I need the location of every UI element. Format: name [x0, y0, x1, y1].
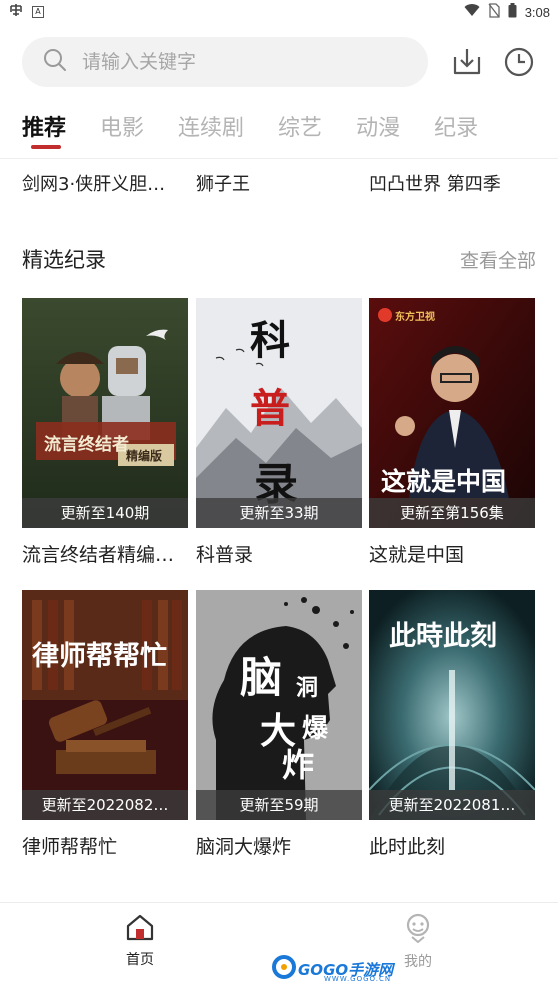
poster-subtitle-text: 精编版	[126, 449, 163, 463]
video-card[interactable]: 东方卫视 这就是中国 更新至第156集 这就是中国	[369, 298, 535, 567]
card-title[interactable]: 科普录	[196, 540, 362, 567]
poster-image: 科 普 录 更新至33期	[196, 298, 362, 528]
view-all-link[interactable]: 查看全部	[460, 246, 536, 273]
profile-icon	[403, 913, 433, 947]
search-input[interactable]	[82, 51, 382, 73]
battery-icon	[508, 2, 517, 22]
poster-title-text: 此時此刻	[389, 621, 497, 652]
tab-variety[interactable]: 综艺	[278, 110, 322, 150]
watermark-logo: GOGO手游网 WWW.GOGO.CN	[272, 955, 393, 983]
poster-title-text: 这就是中国	[381, 467, 507, 496]
card-title[interactable]: 流言终结者精编…	[22, 540, 188, 567]
video-card[interactable]: 此時此刻 更新至2022081… 此时此刻	[369, 590, 535, 859]
tab-documentary[interactable]: 纪录	[434, 110, 478, 150]
wifi-icon	[464, 3, 480, 21]
tab-divider	[0, 158, 558, 159]
poster-title-text: 流言终结者	[44, 435, 129, 455]
poster-image: 此時此刻 更新至2022081…	[369, 590, 535, 820]
video-card[interactable]: 律师帮帮忙 更新至2022082… 律师帮帮忙	[22, 590, 188, 859]
video-card[interactable]: 流言终结者 精编版 更新至140期 流言终结者精编…	[22, 298, 188, 567]
clock-time: 3:08	[524, 4, 550, 20]
status-bar: A 3:08	[0, 0, 558, 24]
update-badge: 更新至59期	[196, 790, 362, 820]
poster-title-text: 律师帮帮忙	[32, 641, 167, 672]
poster-image: 流言终结者 精编版 更新至140期	[22, 298, 188, 528]
bug-icon	[8, 2, 24, 22]
no-sim-icon	[488, 2, 500, 22]
poster-image: 东方卫视 这就是中国 更新至第156集	[369, 298, 535, 528]
video-card[interactable]: 科 普 录 更新至33期 科普录	[196, 298, 362, 567]
list-item-title[interactable]: 凹凸世界 第四季	[369, 170, 531, 196]
search-bar[interactable]	[22, 37, 428, 87]
category-tabs: 推荐 电影 连续剧 综艺 动漫 纪录	[22, 110, 512, 150]
channel-logo-text: 东方卫视	[395, 312, 435, 323]
watermark-subtext: WWW.GOGO.CN	[324, 975, 392, 983]
card-title[interactable]: 脑洞大爆炸	[196, 832, 362, 859]
nav-profile-label: 我的	[404, 954, 432, 970]
poster-char-2: 洞	[296, 675, 319, 701]
card-title[interactable]: 这就是中国	[369, 540, 535, 567]
card-title[interactable]: 此时此刻	[369, 832, 535, 859]
list-item-title[interactable]: 狮子王	[196, 170, 358, 196]
history-icon[interactable]	[501, 44, 537, 80]
update-badge: 更新至33期	[196, 498, 362, 528]
section-title: 精选纪录	[22, 248, 106, 272]
update-badge: 更新至第156集	[369, 498, 535, 528]
a-icon: A	[32, 6, 44, 18]
tab-movies[interactable]: 电影	[100, 110, 144, 150]
update-badge: 更新至2022082…	[22, 790, 188, 820]
tab-series[interactable]: 连续剧	[178, 110, 244, 150]
home-icon	[125, 913, 155, 945]
update-badge: 更新至140期	[22, 498, 188, 528]
video-card[interactable]: 脑 洞 大 爆 炸 更新至59期 脑洞大爆炸	[196, 590, 362, 859]
nav-home[interactable]: 首页	[100, 913, 180, 969]
card-title[interactable]: 律师帮帮忙	[22, 832, 188, 859]
poster-char-5: 炸	[282, 746, 315, 784]
poster-image: 脑 洞 大 爆 炸 更新至59期	[196, 590, 362, 820]
list-item-title[interactable]: 剑网3·侠肝义胆…	[22, 170, 184, 196]
poster-char-1: 科	[250, 317, 290, 364]
update-badge: 更新至2022081…	[369, 790, 535, 820]
nav-home-label: 首页	[126, 952, 154, 968]
search-icon	[42, 47, 82, 77]
download-icon[interactable]	[449, 44, 485, 80]
gogo-logo-icon	[272, 955, 296, 983]
tab-anime[interactable]: 动漫	[356, 110, 400, 150]
poster-image: 律师帮帮忙 更新至2022082…	[22, 590, 188, 820]
active-tab-indicator	[31, 145, 61, 149]
poster-char-2: 普	[250, 385, 290, 432]
poster-char-1: 脑	[240, 653, 283, 702]
tab-recommend[interactable]: 推荐	[22, 110, 66, 150]
